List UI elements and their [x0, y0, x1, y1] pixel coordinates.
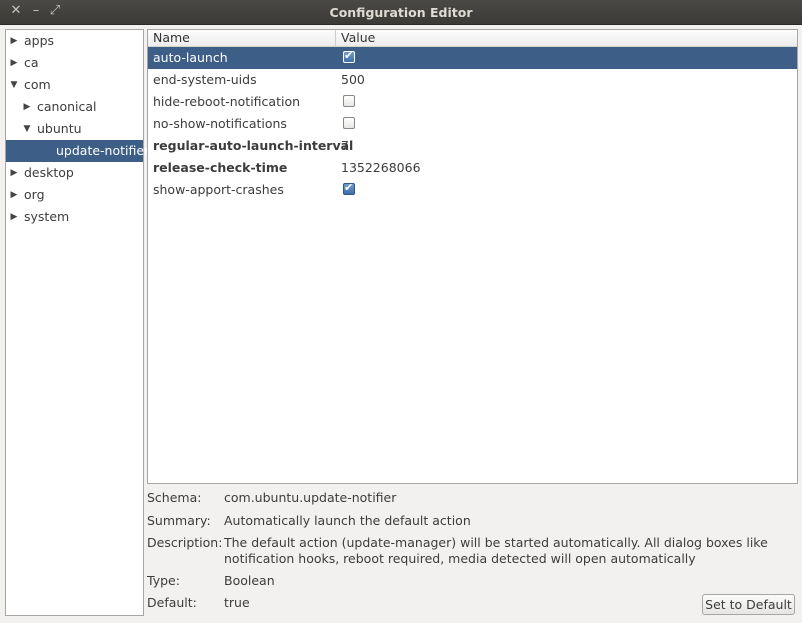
tree-item-update-notifier[interactable]: update-notifier [6, 140, 149, 162]
tree-item-label: ubuntu [37, 121, 82, 136]
tree-item-label: update-notifier [56, 143, 150, 158]
key-name: show-apport-crashes [153, 182, 284, 197]
description-value: The default action (update-manager) will… [224, 535, 768, 566]
tree-item-label: system [24, 209, 70, 224]
collapsed-arrow-icon[interactable]: ▶ [22, 96, 32, 118]
schema-label: Schema: [147, 490, 202, 505]
expanded-arrow-icon[interactable]: ▼ [9, 74, 19, 96]
key-name: no-show-notifications [153, 116, 287, 131]
tree-item-label: org [24, 187, 45, 202]
tree-item-label: com [24, 77, 51, 92]
default-label: Default: [147, 595, 197, 610]
collapsed-arrow-icon[interactable]: ▶ [9, 30, 19, 52]
set-to-default-button[interactable]: Set to Default [702, 594, 795, 615]
type-value: Boolean [224, 573, 275, 588]
key-row[interactable]: auto-launch [148, 47, 797, 69]
checked-checkbox[interactable] [343, 179, 355, 197]
key-name: release-check-time [153, 160, 288, 175]
key-value[interactable]: 7 [341, 135, 349, 157]
tree-item-label: desktop [24, 165, 74, 180]
tree-item-system[interactable]: ▶ system [6, 206, 143, 228]
default-value: true [224, 595, 250, 610]
tree-item-label: apps [24, 33, 55, 48]
schema-tree[interactable]: ▶ apps ▶ ca ▼ com ▶ canonical ▼ ubuntu update-noti… [5, 29, 149, 616]
expanded-arrow-icon[interactable]: ▼ [22, 118, 32, 140]
key-row[interactable]: no-show-notifications [148, 113, 797, 135]
key-row[interactable]: end-system-uids 500 [148, 69, 797, 91]
list-header: Name Value [148, 30, 797, 47]
tree-item-desktop[interactable]: ▶ desktop [6, 162, 143, 184]
tree-item-apps[interactable]: ▶ apps [6, 30, 143, 52]
key-row[interactable]: hide-reboot-notification [148, 91, 797, 113]
type-label: Type: [147, 573, 180, 588]
key-value[interactable]: 1352268066 [341, 157, 421, 179]
collapsed-arrow-icon[interactable]: ▶ [9, 184, 19, 206]
key-name: hide-reboot-notification [153, 94, 301, 109]
unchecked-checkbox[interactable] [343, 117, 355, 129]
collapsed-arrow-icon[interactable]: ▶ [9, 162, 19, 184]
summary-value: Automatically launch the default action [224, 513, 471, 528]
name-column-header[interactable]: Name [153, 30, 190, 46]
description-label: Description: [147, 535, 223, 550]
checked-checkbox[interactable] [343, 47, 355, 65]
tree-item-canonical[interactable]: ▶ canonical [6, 96, 143, 118]
key-row[interactable]: release-check-time 1352268066 [148, 157, 797, 179]
tree-item-label: canonical [37, 99, 97, 114]
tree-item-ca[interactable]: ▶ ca [6, 52, 143, 74]
key-value[interactable]: 500 [341, 69, 365, 91]
title-bar: ✕ – ⤢ Configuration Editor [0, 0, 802, 25]
key-row[interactable]: show-apport-crashes [148, 179, 797, 201]
column-divider[interactable] [335, 30, 336, 46]
summary-label: Summary: [147, 513, 211, 528]
tree-item-com[interactable]: ▼ com [6, 74, 143, 96]
tree-item-label: ca [24, 55, 39, 70]
schema-value: com.ubuntu.update-notifier [224, 490, 397, 505]
key-row[interactable]: regular-auto-launch-interval 7 [148, 135, 797, 157]
key-name: regular-auto-launch-interval [153, 138, 354, 153]
key-name: auto-launch [153, 50, 228, 65]
unchecked-checkbox[interactable] [343, 95, 355, 107]
key-list[interactable]: Name Value auto-launch end-system-uids 500… [147, 29, 798, 484]
value-column-header[interactable]: Value [341, 30, 375, 46]
collapsed-arrow-icon[interactable]: ▶ [9, 206, 19, 228]
window-title: Configuration Editor [329, 5, 473, 20]
collapsed-arrow-icon[interactable]: ▶ [9, 52, 19, 74]
tree-item-org[interactable]: ▶ org [6, 184, 143, 206]
tree-item-ubuntu[interactable]: ▼ ubuntu [6, 118, 143, 140]
key-name: end-system-uids [153, 72, 257, 87]
